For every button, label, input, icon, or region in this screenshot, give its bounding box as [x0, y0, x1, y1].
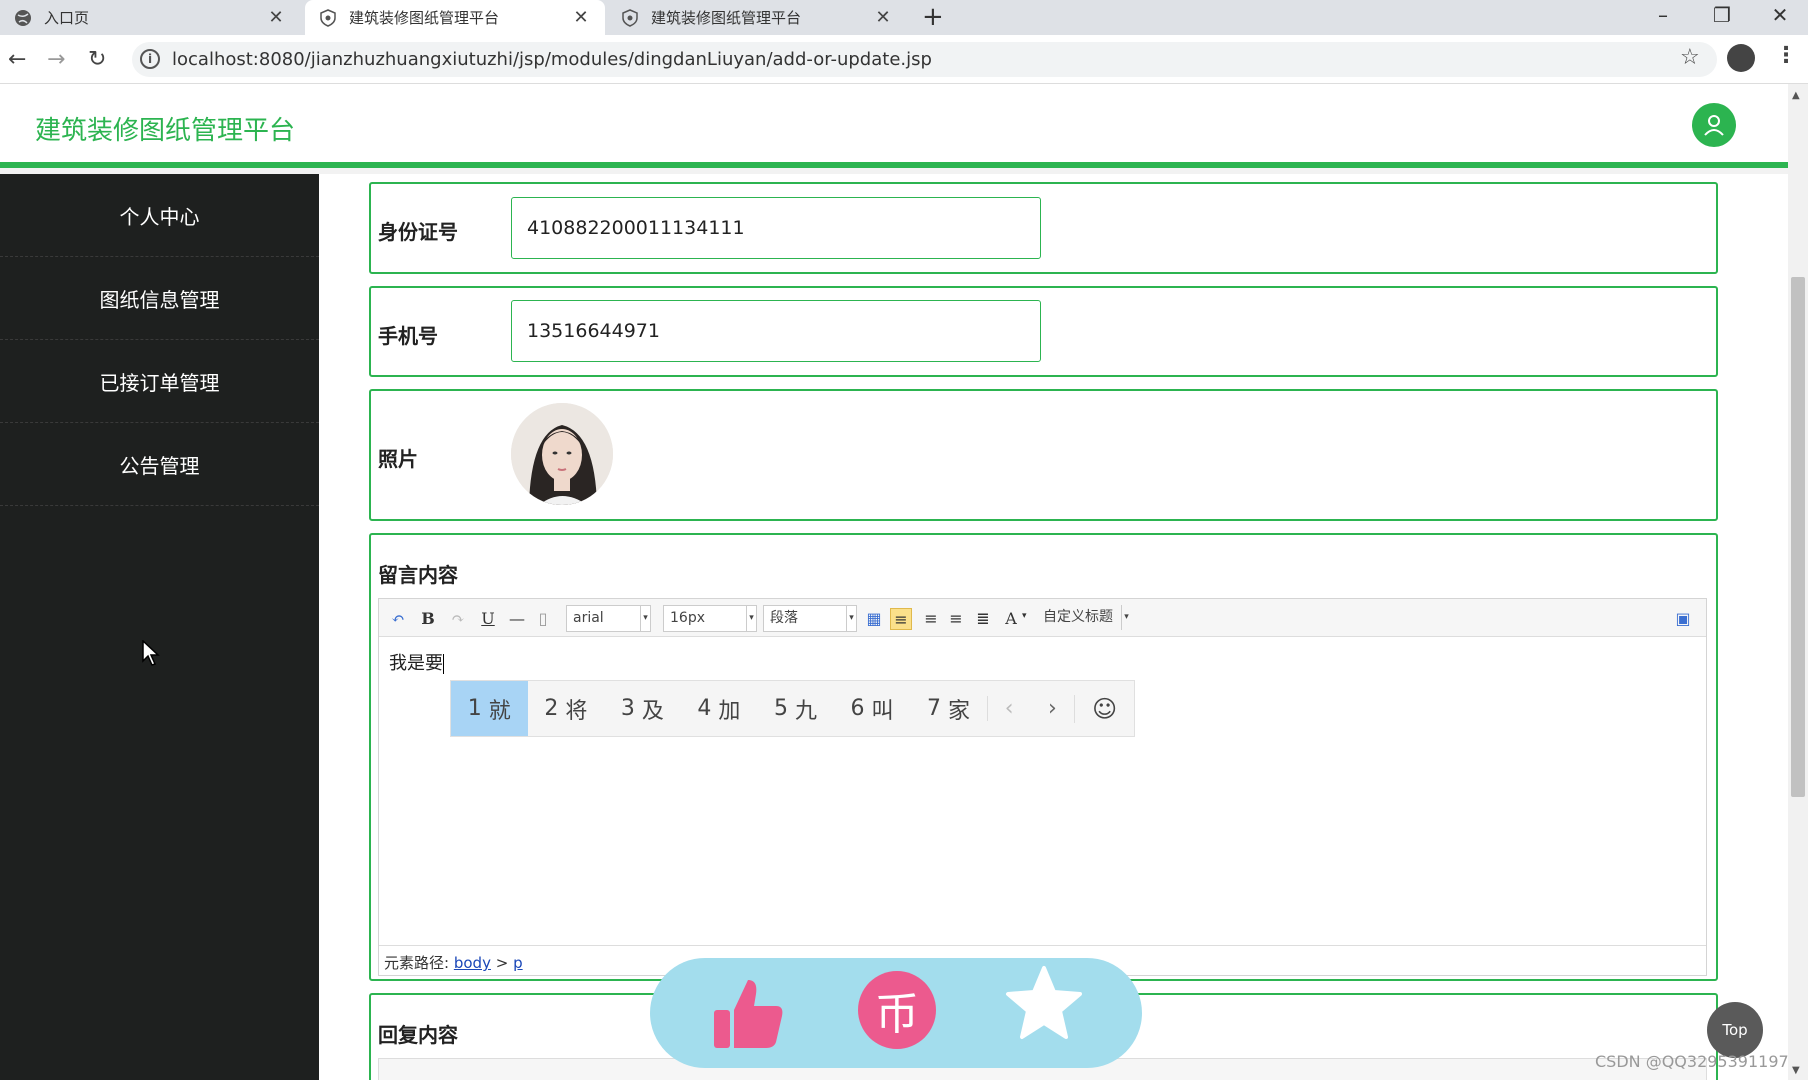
chevron-down-icon[interactable]: ▾: [1022, 611, 1027, 621]
thumbs-up-icon[interactable]: [710, 976, 786, 1056]
align-left-icon[interactable]: ≡: [890, 608, 912, 630]
font-size-select[interactable]: 16px ▾: [663, 605, 757, 632]
close-icon[interactable]: ✕: [266, 7, 286, 28]
path-body-link[interactable]: body: [454, 954, 491, 972]
photo-row: 照片: [369, 389, 1718, 521]
ime-candidate[interactable]: 4 加: [681, 681, 758, 736]
path-p-link[interactable]: p: [513, 954, 523, 972]
sidebar-item-drawing-info[interactable]: 图纸信息管理: [0, 257, 319, 340]
star-icon[interactable]: [1004, 964, 1084, 1048]
ime-candidate[interactable]: 1 就: [451, 681, 528, 736]
url-field[interactable]: localhost:8080/jianzhuzhuangxiutuzhi/jsp…: [132, 42, 1717, 77]
user-icon[interactable]: [1692, 103, 1736, 147]
phone-label: 手机号: [378, 324, 438, 348]
back-icon[interactable]: ←: [8, 47, 26, 72]
shield-icon: [319, 8, 337, 27]
align-right-icon[interactable]: ≡: [920, 608, 942, 630]
message-label: 留言内容: [378, 563, 458, 587]
close-icon[interactable]: ✕: [873, 7, 893, 28]
browser-tab[interactable]: 建筑装修图纸管理平台 ✕: [607, 0, 907, 35]
browser-tab-bar: 入口页 ✕ 建筑装修图纸管理平台 ✕ 建筑装修图纸管理平台 ✕ + – ❐ ✕: [0, 0, 1808, 35]
info-icon[interactable]: i: [140, 49, 160, 69]
page-icon[interactable]: ▯: [532, 608, 554, 630]
chevron-down-icon: ▾: [1121, 605, 1131, 630]
paragraph-select[interactable]: 段落 ▾: [763, 605, 857, 632]
address-bar: ← → ↻ localhost:8080/jianzhuzhuangxiutuz…: [0, 35, 1808, 84]
floating-action-bar: 币: [650, 958, 1142, 1068]
smiley-icon[interactable]: ☺: [1074, 694, 1134, 723]
main-content: 身份证号 手机号 照片 留言内容 ↶: [319, 174, 1788, 1080]
scroll-up-icon[interactable]: ▲: [1792, 90, 1800, 101]
photo-label: 照片: [378, 447, 418, 471]
chevron-down-icon: ▾: [746, 606, 756, 631]
forward-icon[interactable]: →: [47, 47, 65, 72]
ime-candidate[interactable]: 6 叫: [834, 681, 911, 736]
minimize-icon[interactable]: –: [1638, 0, 1688, 30]
kebab-menu-icon[interactable]: ⋮: [1775, 43, 1797, 68]
reload-icon[interactable]: ↻: [88, 47, 106, 72]
window-close-icon[interactable]: ✕: [1755, 0, 1805, 30]
table-icon[interactable]: ▦: [863, 608, 885, 630]
font-color-icon[interactable]: A: [1000, 608, 1022, 630]
rich-text-editor: ↶ B ↷ U — ▯ arial▾ 16px▾ 段落▾ ▦ ≡ ≡ ≡: [378, 598, 1707, 976]
redo-icon[interactable]: ↷: [447, 608, 469, 630]
mouse-cursor-icon: [142, 639, 160, 670]
align-center-icon[interactable]: ≡: [945, 608, 967, 630]
undo-icon[interactable]: ↶: [387, 608, 409, 630]
id-card-label: 身份证号: [378, 220, 458, 244]
message-row: 留言内容 ↶ B ↷ U — ▯ arial▾ 16px▾ 段落▾ ▦ ≡: [369, 533, 1718, 981]
phone-row: 手机号: [369, 286, 1718, 377]
editor-content-area[interactable]: 我是要: [389, 649, 444, 675]
profile-icon[interactable]: [1727, 44, 1755, 72]
bold-icon[interactable]: B: [417, 608, 439, 630]
scroll-down-icon[interactable]: ▼: [1792, 1065, 1800, 1076]
shield-icon: [621, 8, 639, 27]
chevron-down-icon: ▾: [846, 606, 856, 631]
sidebar-item-announcements[interactable]: 公告管理: [0, 423, 319, 506]
font-family-select[interactable]: arial ▾: [566, 605, 651, 632]
restore-icon[interactable]: ❐: [1697, 0, 1747, 30]
browser-tab[interactable]: 入口页 ✕: [0, 0, 300, 35]
align-justify-icon[interactable]: ≣: [972, 608, 994, 630]
ime-candidate-window: 1 就 2 将 3 及 4 加 5 九 6 叫 7 家 ‹ › ☺: [450, 680, 1135, 737]
horizontal-rule-icon[interactable]: —: [506, 608, 528, 630]
chevron-left-icon[interactable]: ‹: [986, 696, 1031, 721]
underline-icon[interactable]: U: [477, 608, 499, 630]
browser-tab-active[interactable]: 建筑装修图纸管理平台 ✕: [305, 0, 605, 35]
chevron-down-icon: ▾: [640, 606, 650, 631]
fullscreen-icon[interactable]: ▣: [1672, 608, 1694, 630]
editor-toolbar: ↶ B ↷ U — ▯ arial▾ 16px▾ 段落▾ ▦ ≡ ≡ ≡: [379, 599, 1706, 637]
ime-candidate[interactable]: 3 及: [604, 681, 681, 736]
ime-candidate[interactable]: 5 九: [757, 681, 834, 736]
ime-candidate[interactable]: 2 将: [528, 681, 605, 736]
id-card-row: 身份证号: [369, 182, 1718, 274]
bookmark-star-icon[interactable]: ☆: [1680, 45, 1700, 70]
watermark: CSDN @QQ3295391197_: [1595, 1052, 1797, 1071]
coin-icon[interactable]: 币: [858, 971, 936, 1049]
app-title: 建筑装修图纸管理平台: [35, 116, 296, 146]
new-tab-icon[interactable]: +: [922, 2, 944, 32]
phone-input[interactable]: [511, 300, 1041, 362]
close-icon[interactable]: ✕: [571, 7, 591, 28]
globe-icon: [14, 9, 32, 27]
sidebar: 个人中心 图纸信息管理 已接订单管理 公告管理: [0, 174, 319, 1080]
user-photo[interactable]: [511, 403, 613, 505]
page-scrollbar[interactable]: ▲ ▼: [1788, 84, 1808, 1080]
back-to-top-button[interactable]: Top: [1707, 1002, 1763, 1058]
text-caret: [443, 654, 444, 674]
reply-label: 回复内容: [378, 1023, 458, 1047]
chevron-right-icon[interactable]: ›: [1031, 696, 1075, 721]
scrollbar-thumb[interactable]: [1791, 277, 1805, 797]
id-card-input[interactable]: [511, 197, 1041, 259]
app-header: 建筑装修图纸管理平台: [0, 84, 1788, 168]
custom-title-select[interactable]: 自定义标题 ▾: [1037, 605, 1131, 632]
sidebar-item-personal-center[interactable]: 个人中心: [0, 174, 319, 257]
sidebar-item-accepted-orders[interactable]: 已接订单管理: [0, 340, 319, 423]
ime-candidate[interactable]: 7 家: [910, 681, 987, 736]
